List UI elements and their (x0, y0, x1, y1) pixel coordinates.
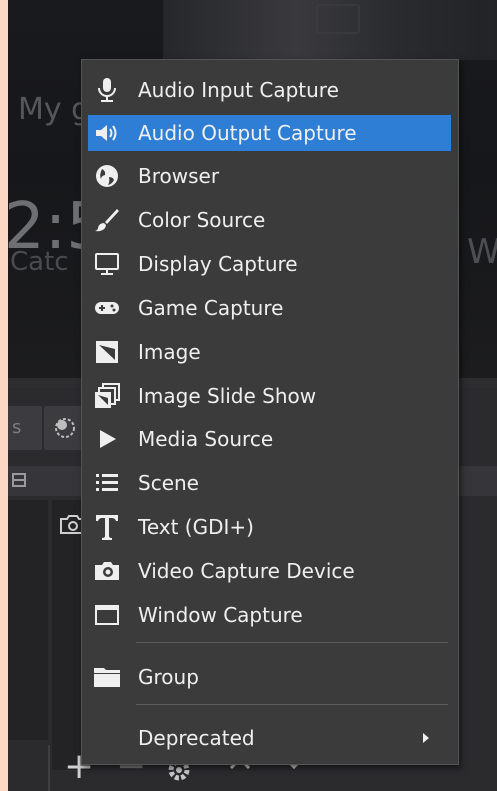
menu-separator (136, 642, 448, 643)
menu-item-audio-output-capture[interactable]: Audio Output Capture (88, 115, 451, 151)
text-icon (92, 512, 122, 542)
menu-item-image[interactable]: Image (88, 334, 451, 370)
menu-item-media-source[interactable]: Media Source (88, 421, 451, 457)
preview-overlay-subtext: Catc (10, 247, 69, 277)
microphone-icon (92, 75, 122, 105)
menu-item-label: Browser (138, 164, 220, 188)
menu-item-image-slide-show[interactable]: Image Slide Show (88, 378, 451, 414)
menu-item-window-capture[interactable]: Window Capture (88, 597, 451, 633)
window-icon (92, 600, 122, 630)
list-icon (92, 468, 122, 498)
menu-item-game-capture[interactable]: Game Capture (88, 290, 451, 326)
menu-item-label: Audio Output Capture (138, 121, 357, 145)
menu-item-label: Media Source (138, 427, 274, 451)
add-source-menu: Audio Input Capture Audio Output Capture… (81, 59, 459, 765)
menu-item-video-capture-device[interactable]: Video Capture Device (88, 553, 451, 589)
menu-item-browser[interactable]: Browser (88, 158, 451, 194)
menu-item-label: Image (138, 340, 201, 364)
menu-item-display-capture[interactable]: Display Capture (88, 246, 451, 282)
menu-item-label: Image Slide Show (138, 384, 317, 408)
menu-item-label: Deprecated (138, 726, 255, 750)
preview-sign-shape (316, 4, 360, 34)
preview-right-text: W (467, 232, 497, 272)
toolbar-divider (48, 745, 50, 791)
slideshow-icon (92, 381, 122, 411)
menu-item-deprecated[interactable]: Deprecated (88, 720, 451, 756)
dock-tab[interactable]: s (8, 406, 42, 450)
menu-item-label: Game Capture (138, 296, 284, 320)
menu-item-scene[interactable]: Scene (88, 465, 451, 501)
preview-overlay-text: My g (18, 92, 91, 127)
gamepad-icon (92, 293, 122, 323)
menu-item-label: Display Capture (138, 252, 298, 276)
play-icon (92, 424, 122, 454)
menu-item-label: Scene (138, 471, 199, 495)
menu-item-label: Audio Input Capture (138, 78, 339, 102)
folder-icon (92, 662, 122, 692)
filter-icon[interactable] (44, 406, 86, 450)
monitor-icon (92, 249, 122, 279)
menu-item-audio-input-capture[interactable]: Audio Input Capture (88, 72, 451, 108)
menu-item-label: Color Source (138, 208, 266, 232)
menu-separator (136, 704, 448, 705)
scene-list (8, 500, 48, 740)
menu-item-label: Group (138, 665, 199, 689)
globe-icon (92, 161, 122, 191)
dock-lock-icon[interactable] (10, 471, 30, 491)
paintbrush-icon (92, 205, 122, 235)
menu-item-label: Window Capture (138, 603, 303, 627)
menu-item-label: Video Capture Device (138, 559, 355, 583)
speaker-icon (92, 118, 122, 148)
menu-item-text-gdi[interactable]: Text (GDI+) (88, 509, 451, 545)
menu-item-color-source[interactable]: Color Source (88, 202, 451, 238)
submenu-arrow-icon (423, 733, 429, 743)
camera-icon (92, 556, 122, 586)
menu-item-group[interactable]: Group (88, 659, 451, 695)
image-icon (92, 337, 122, 367)
menu-item-label: Text (GDI+) (138, 515, 254, 539)
